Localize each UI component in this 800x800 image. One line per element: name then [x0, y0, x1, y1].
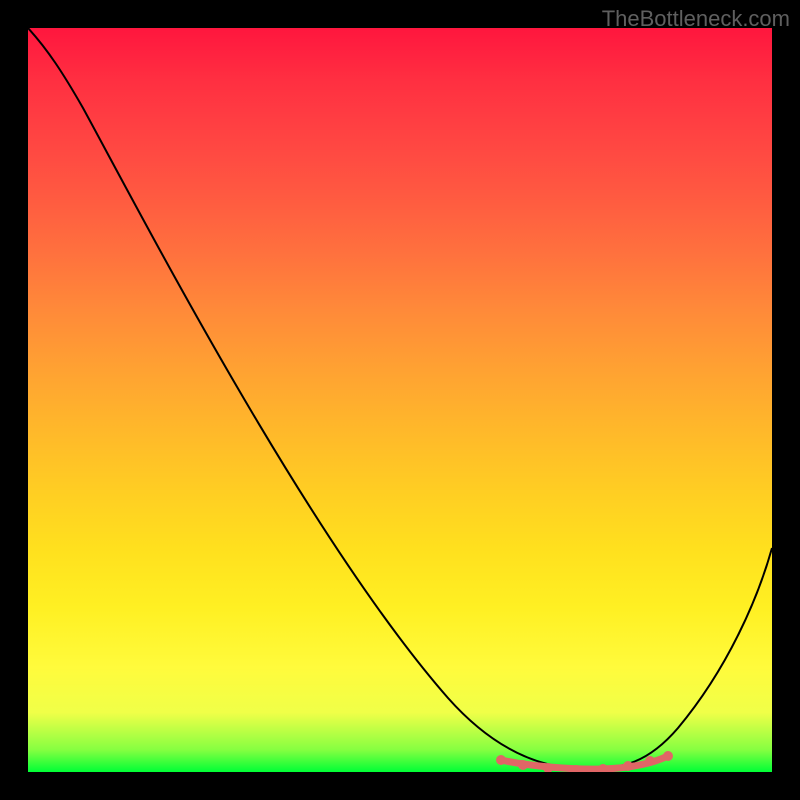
marker-dot: [663, 751, 673, 761]
marker-dot: [645, 756, 655, 766]
marker-dot: [496, 755, 506, 765]
chart-plot-area: [28, 28, 772, 772]
marker-dot: [518, 760, 528, 770]
marker-dot: [623, 761, 633, 771]
marker-dot: [598, 764, 608, 772]
optimal-zone-markers: [28, 28, 772, 772]
watermark-text: TheBottleneck.com: [602, 6, 790, 32]
